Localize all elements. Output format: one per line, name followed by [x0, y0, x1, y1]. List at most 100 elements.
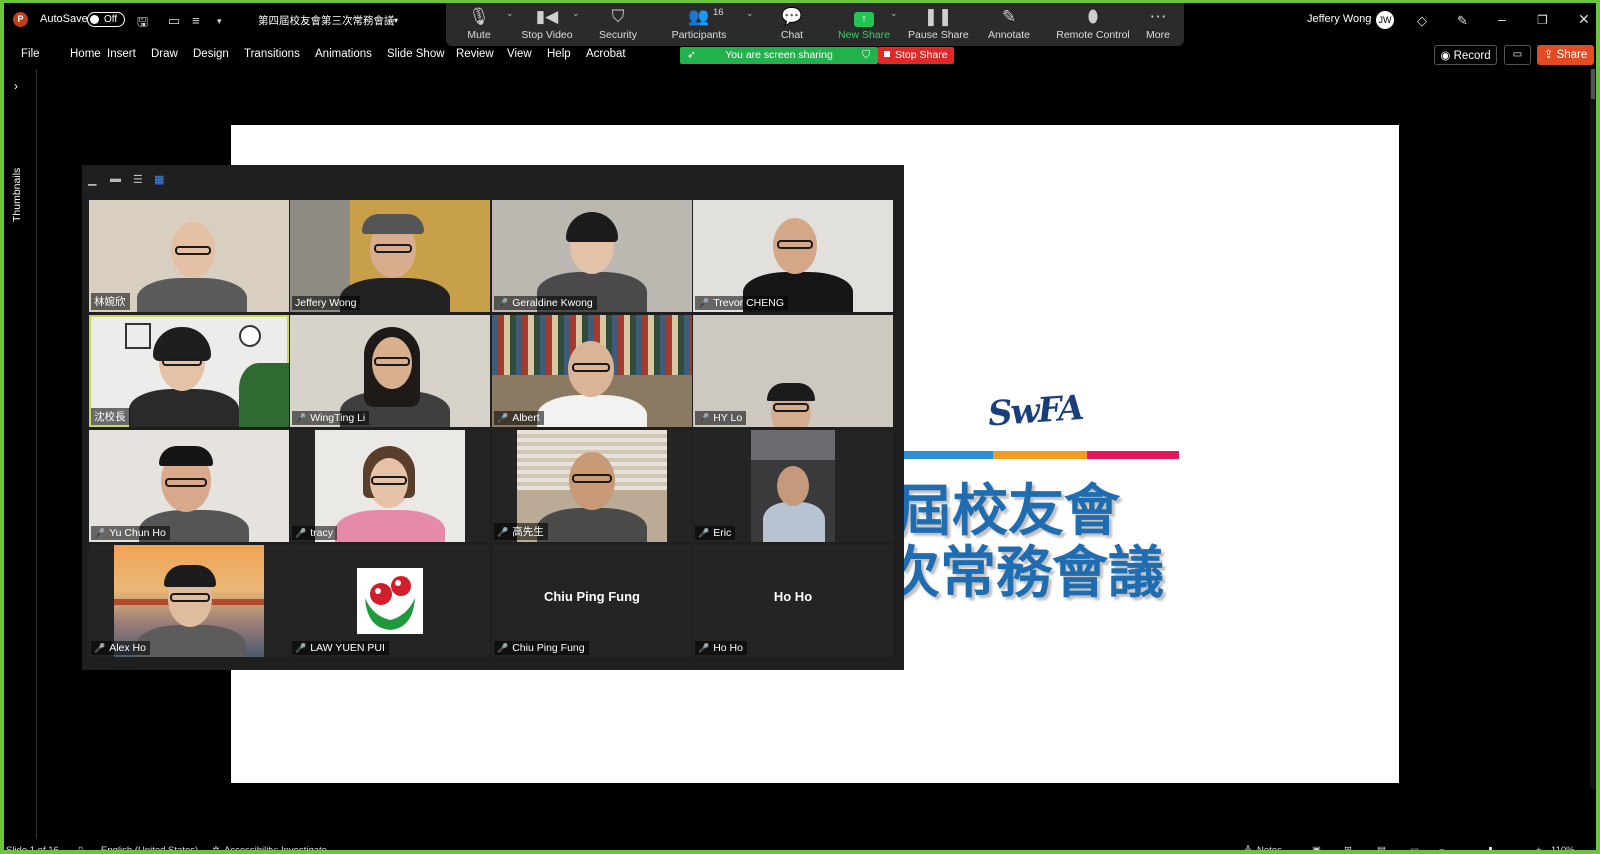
file-title[interactable]: 第四屆校友會第三次常務會議 — [258, 13, 395, 28]
video-tile[interactable]: 🎤 Alex Ho — [89, 545, 289, 657]
video-tile[interactable]: 🎤 Geraldine Kwong — [492, 200, 692, 312]
zoom-slider-thumb[interactable] — [1489, 847, 1492, 850]
pen-icon[interactable]: ✎ — [1457, 13, 1468, 29]
tab-transitions[interactable]: Transitions — [244, 48, 300, 60]
tab-acrobat[interactable]: Acrobat — [586, 48, 626, 60]
scrollbar-thumb[interactable] — [1591, 69, 1595, 99]
video-tile[interactable]: 🎤 Trevor CHENG — [693, 200, 893, 312]
muted-mic-icon: 🎤 — [295, 528, 307, 538]
slideshow-icon[interactable]: ▭ — [1410, 845, 1419, 850]
cherry-logo-icon — [365, 576, 415, 630]
glasses — [371, 476, 407, 485]
mute-label: Mute — [467, 29, 491, 41]
chevron-down-icon[interactable]: ⌄ — [890, 8, 898, 19]
normal-view-icon[interactable]: ▣ — [1312, 845, 1321, 850]
muted-mic-icon: 🎤 — [497, 643, 509, 653]
video-tile[interactable]: Ho Ho 🎤 Ho Ho — [693, 545, 893, 657]
pin-icon[interactable]: ➶ — [687, 47, 696, 64]
participant-name-text: 高先生 — [512, 526, 544, 538]
title-chevron-down-icon[interactable]: ▾ — [394, 16, 398, 25]
more-button[interactable]: ⋯ More — [1138, 3, 1178, 46]
camera-feed — [315, 430, 465, 542]
video-tile[interactable]: 🎤 HY Lo — [693, 315, 893, 427]
video-tile[interactable]: 🎤 tracy — [290, 430, 490, 542]
gallery-view-icon[interactable]: ▦ — [154, 173, 164, 186]
comments-button[interactable]: ▭ — [1504, 45, 1531, 65]
autosave-toggle[interactable]: Off — [87, 12, 125, 27]
mute-button[interactable]: 🎙 Mute ⌄ — [454, 3, 513, 46]
vertical-scrollbar[interactable] — [1590, 69, 1596, 789]
chevron-down-icon[interactable]: ⌄ — [506, 8, 514, 19]
hair — [566, 212, 618, 242]
video-gallery-panel[interactable]: ▁ ▬ ☰ ▦ 林婉欣 Jeffery Wong 🎤 Geraldine Kwon… — [82, 165, 904, 670]
annotate-button[interactable]: ✎ Annotate — [980, 3, 1038, 46]
reading-view-icon[interactable]: ▤ — [1377, 845, 1386, 850]
video-tile[interactable]: 🎤 高先生 — [492, 430, 692, 542]
video-tile[interactable]: Chiu Ping Fung 🎤 Chiu Ping Fung — [492, 545, 692, 657]
autosave-state: Off — [104, 14, 118, 25]
slide-sorter-icon[interactable]: ⊞ — [1344, 845, 1352, 850]
notes-icon[interactable]: ≙ — [1244, 845, 1252, 850]
pause-share-button[interactable]: ❚❚ Pause Share — [908, 3, 969, 46]
present-icon[interactable]: ▭ — [168, 13, 180, 29]
person-body — [537, 508, 647, 542]
video-tile[interactable]: 🎤 Yu Chun Ho — [89, 430, 289, 542]
zoom-out-icon[interactable]: − — [1439, 845, 1445, 850]
language-indicator[interactable]: English (United States) — [101, 845, 198, 850]
avatar[interactable]: JW — [1376, 11, 1394, 29]
video-tile[interactable]: 🎤 LAW YUEN PUI — [290, 545, 490, 657]
tab-review[interactable]: Review — [456, 48, 494, 60]
chat-button[interactable]: 💬 Chat — [770, 3, 814, 46]
participants-button[interactable]: 👥 Participants 16 ⌄ — [662, 3, 754, 46]
tab-draw[interactable]: Draw — [151, 48, 178, 60]
video-tile[interactable]: Jeffery Wong — [290, 200, 490, 312]
tab-help[interactable]: Help — [547, 48, 571, 60]
tab-slide-show[interactable]: Slide Show — [387, 48, 445, 60]
tab-file[interactable]: File — [21, 48, 40, 60]
customize-toolbar-icon[interactable]: ▾ — [217, 16, 222, 27]
security-button[interactable]: ⛉ Security — [593, 3, 643, 46]
tab-design[interactable]: Design — [193, 48, 229, 60]
restore-icon[interactable]: ❐ — [1537, 13, 1548, 27]
tab-animations[interactable]: Animations — [315, 48, 372, 60]
participant-display-name: Chiu Ping Fung — [543, 589, 641, 604]
video-tile-active-speaker[interactable]: 沈校長 — [89, 315, 289, 427]
tab-insert[interactable]: Insert — [107, 48, 136, 60]
chevron-right-icon[interactable]: › — [14, 79, 18, 93]
video-tile[interactable]: 林婉欣 — [89, 200, 289, 312]
zoom-slider[interactable] — [1451, 850, 1533, 851]
remote-control-button[interactable]: ⬮ Remote Control — [1048, 3, 1138, 46]
chevron-down-icon[interactable]: ⌄ — [746, 8, 754, 19]
participant-name-text: 林婉欣 — [94, 296, 126, 308]
chevron-down-icon[interactable]: ⌄ — [572, 8, 580, 19]
speaker-view-icon[interactable]: ▬ — [110, 173, 121, 185]
share-button[interactable]: ⇪ Share — [1537, 45, 1594, 65]
spellcheck-icon[interactable]: ▯ — [78, 845, 83, 850]
tab-home[interactable]: Home — [70, 48, 101, 60]
user-name[interactable]: Jeffery Wong — [1307, 13, 1371, 25]
stop-video-button[interactable]: ▮◀ Stop Video ⌄ — [518, 3, 579, 46]
record-button[interactable]: ◉ Record — [1434, 45, 1497, 65]
video-tile[interactable]: 🎤 Eric — [693, 430, 893, 542]
notes-button[interactable]: Notes — [1257, 845, 1282, 850]
accessibility-icon[interactable]: ✲ — [212, 845, 220, 850]
save-icon[interactable]: 🖫 — [137, 13, 148, 35]
minimize-video-icon[interactable]: ▁ — [88, 173, 96, 186]
video-tile[interactable]: 🎤 Albert — [492, 315, 692, 427]
zoom-level[interactable]: 110% — [1551, 845, 1575, 850]
accessibility-status[interactable]: Accessibility: Investigate — [224, 845, 327, 850]
participant-name-text: Yu Chun Ho — [109, 527, 166, 539]
paragraph-icon[interactable]: ≡ — [192, 13, 200, 28]
close-icon[interactable]: ✕ — [1578, 11, 1590, 28]
minimize-icon[interactable]: – — [1498, 11, 1506, 27]
diamond-icon[interactable]: ◇ — [1417, 13, 1427, 29]
participant-name-text: Chiu Ping Fung — [512, 642, 585, 654]
video-tile[interactable]: 🎤 WingTing Li — [290, 315, 490, 427]
tab-view[interactable]: View — [507, 48, 532, 60]
stop-share-button[interactable]: Stop Share — [878, 47, 954, 64]
new-share-button[interactable]: ↑ New Share ⌄ — [834, 3, 898, 46]
zoom-in-icon[interactable]: + — [1536, 845, 1542, 850]
strip-view-icon[interactable]: ☰ — [133, 173, 143, 186]
thumbnails-label[interactable]: Thumbnails — [11, 168, 23, 222]
pen-icon: ✎ — [1001, 7, 1017, 26]
